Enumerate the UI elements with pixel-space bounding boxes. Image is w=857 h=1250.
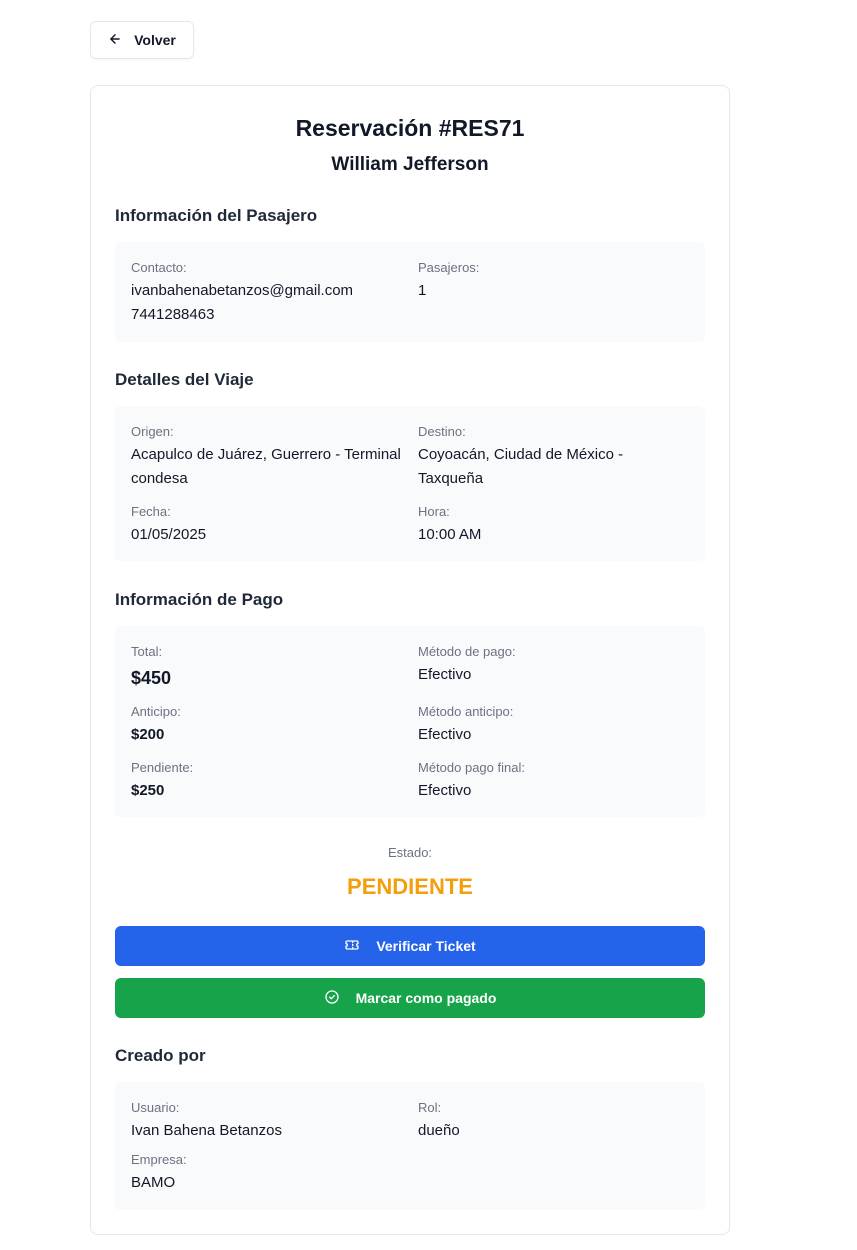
- payment-section-title: Información de Pago: [115, 590, 284, 609]
- created-by-section-title: Creado por: [115, 1046, 206, 1065]
- user-label: Usuario:: [131, 1100, 180, 1115]
- origin-field: Origen: Acapulco de Juárez, Guerrero - T…: [131, 424, 401, 491]
- payment-panel: Total: $450 Método de pago: Efectivo Ant…: [115, 626, 705, 817]
- total-field: Total: $450: [131, 644, 401, 690]
- back-button-label: Volver: [134, 32, 176, 48]
- status-badge: PENDIENTE: [347, 874, 473, 899]
- role-label: Rol:: [418, 1100, 442, 1115]
- customer-name: William Jefferson: [331, 154, 489, 175]
- advance-method-value: Efectivo: [418, 726, 472, 743]
- contact-label: Contacto:: [131, 260, 187, 275]
- final-method-value: Efectivo: [418, 782, 472, 799]
- user-value: Ivan Bahena Betanzos: [131, 1122, 282, 1139]
- payment-method-label: Método de pago:: [418, 644, 516, 659]
- destination-label: Destino:: [418, 424, 466, 439]
- role-value: dueño: [418, 1122, 460, 1139]
- company-label: Empresa:: [131, 1152, 187, 1167]
- destination-field: Destino: Coyoacán, Ciudad de México - Ta…: [418, 424, 688, 491]
- back-button[interactable]: Volver: [90, 21, 194, 59]
- origin-label: Origen:: [131, 424, 174, 439]
- advance-field: Anticipo: $200: [131, 704, 401, 747]
- advance-value: $200: [131, 726, 165, 743]
- created-by-panel: Usuario: Ivan Bahena Betanzos Rol: dueño…: [115, 1082, 705, 1210]
- time-value: 10:00 AM: [418, 526, 482, 543]
- passengers-label: Pasajeros:: [418, 260, 480, 275]
- payment-method-field: Método de pago: Efectivo: [418, 644, 688, 687]
- time-label: Hora:: [418, 504, 450, 519]
- advance-method-label: Método anticipo:: [418, 704, 514, 719]
- trip-panel: Origen: Acapulco de Juárez, Guerrero - T…: [115, 406, 705, 561]
- advance-method-field: Método anticipo: Efectivo: [418, 704, 688, 747]
- check-circle-icon: [324, 989, 340, 1008]
- trip-section-title: Detalles del Viaje: [115, 370, 254, 389]
- passenger-panel: Contacto: ivanbahenabetanzos@gmail.com 7…: [115, 242, 705, 342]
- arrow-left-icon: [108, 32, 122, 49]
- pending-field: Pendiente: $250: [131, 760, 401, 803]
- time-field: Hora: 10:00 AM: [418, 504, 688, 547]
- date-field: Fecha: 01/05/2025: [131, 504, 401, 547]
- mark-paid-label: Marcar como pagado: [355, 990, 497, 1006]
- passenger-section-title: Información del Pasajero: [115, 206, 318, 225]
- ticket-icon: [344, 937, 360, 956]
- company-value: BAMO: [131, 1174, 176, 1191]
- origin-value: Acapulco de Juárez, Guerrero - Terminal …: [131, 446, 401, 487]
- total-label: Total:: [131, 644, 163, 659]
- verify-ticket-button[interactable]: Verificar Ticket: [115, 926, 705, 966]
- passengers-count: 1: [418, 282, 427, 299]
- advance-label: Anticipo:: [131, 704, 181, 719]
- reservation-title: Reservación #RES71: [295, 115, 525, 141]
- user-field: Usuario: Ivan Bahena Betanzos: [131, 1100, 401, 1143]
- verify-ticket-label: Verificar Ticket: [376, 938, 476, 954]
- passengers-field: Pasajeros: 1: [418, 260, 688, 303]
- contact-field: Contacto: ivanbahenabetanzos@gmail.com 7…: [131, 260, 401, 327]
- date-label: Fecha:: [131, 504, 171, 519]
- payment-method-value: Efectivo: [418, 666, 472, 683]
- company-field: Empresa: BAMO: [131, 1152, 401, 1195]
- destination-value: Coyoacán, Ciudad de México - Taxqueña: [418, 446, 624, 487]
- date-value: 01/05/2025: [131, 526, 207, 543]
- reservation-card: Reservación #RES71 William Jefferson Inf…: [90, 85, 730, 1235]
- contact-email: ivanbahenabetanzos@gmail.com: [131, 282, 354, 299]
- final-method-field: Método pago final: Efectivo: [418, 760, 688, 803]
- contact-phone: 7441288463: [131, 306, 215, 323]
- mark-paid-button[interactable]: Marcar como pagado: [115, 978, 705, 1018]
- role-field: Rol: dueño: [418, 1100, 688, 1143]
- pending-label: Pendiente:: [131, 760, 194, 775]
- status-label: Estado:: [387, 845, 433, 860]
- final-method-label: Método pago final:: [418, 760, 525, 775]
- pending-value: $250: [131, 782, 165, 799]
- total-value: $450: [131, 668, 172, 688]
